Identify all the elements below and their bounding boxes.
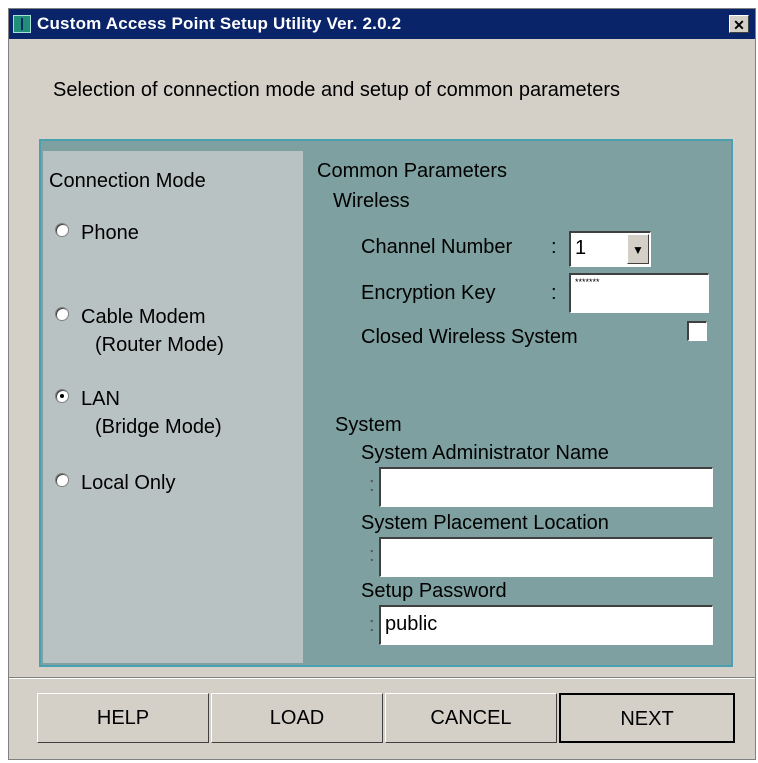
closed-wireless-label: Closed Wireless System — [361, 326, 578, 348]
encryption-colon: : — [551, 282, 557, 304]
settings-panel: Connection Mode Phone Cable Modem (Route… — [39, 139, 733, 667]
radio-button[interactable] — [55, 223, 69, 237]
connection-mode-heading: Connection Mode — [49, 170, 206, 192]
placement-location-label: System Placement Location — [361, 512, 609, 534]
setup-password-field[interactable]: public — [379, 605, 713, 645]
radio-button[interactable] — [55, 307, 69, 321]
setup-window: Custom Access Point Setup Utility Ver. 2… — [8, 8, 756, 760]
radio-label[interactable]: LAN — [81, 385, 120, 413]
admin-name-field[interactable] — [379, 467, 713, 507]
common-parameters-panel: Common Parameters Wireless Channel Numbe… — [305, 151, 721, 659]
setup-password-label: Setup Password — [361, 580, 507, 602]
radio-label[interactable]: Cable Modem — [81, 303, 206, 331]
channel-number-value: 1 — [575, 237, 587, 259]
button-bar: HELP LOAD CANCEL NEXT — [37, 693, 737, 745]
closed-wireless-checkbox[interactable] — [687, 321, 707, 341]
window-title: Custom Access Point Setup Utility Ver. 2… — [37, 14, 402, 33]
page-subtitle: Selection of connection mode and setup o… — [53, 79, 620, 101]
encryption-key-label: Encryption Key — [361, 282, 496, 304]
radio-sublabel: (Router Mode) — [95, 334, 224, 356]
placement-location-field[interactable] — [379, 537, 713, 577]
radio-sublabel: (Bridge Mode) — [95, 416, 222, 438]
wireless-heading: Wireless — [333, 190, 410, 212]
placement-location-colon: : — [369, 544, 375, 566]
admin-name-colon: : — [369, 474, 375, 496]
encryption-key-field[interactable]: ******* — [569, 273, 709, 313]
load-button[interactable]: LOAD — [211, 693, 383, 743]
admin-name-label: System Administrator Name — [361, 442, 609, 464]
channel-number-label: Channel Number — [361, 236, 513, 258]
channel-number-select[interactable]: 1 ▼ — [569, 231, 651, 267]
chevron-down-icon[interactable]: ▼ — [627, 234, 649, 264]
channel-colon: : — [551, 236, 557, 258]
close-button[interactable]: ✕ — [729, 15, 749, 33]
connection-mode-panel: Connection Mode Phone Cable Modem (Route… — [43, 151, 303, 663]
next-button[interactable]: NEXT — [559, 693, 735, 743]
radio-button[interactable] — [55, 473, 69, 487]
app-icon — [13, 15, 31, 33]
radio-button[interactable] — [55, 389, 69, 403]
help-button[interactable]: HELP — [37, 693, 209, 743]
title-bar[interactable]: Custom Access Point Setup Utility Ver. 2… — [9, 9, 755, 39]
radio-label[interactable]: Phone — [81, 219, 139, 247]
cancel-button[interactable]: CANCEL — [385, 693, 557, 743]
common-parameters-heading: Common Parameters — [317, 160, 508, 182]
separator-highlight — [9, 678, 755, 679]
setup-password-colon: : — [369, 614, 375, 636]
radio-label[interactable]: Local Only — [81, 469, 176, 497]
system-heading: System — [335, 414, 402, 436]
